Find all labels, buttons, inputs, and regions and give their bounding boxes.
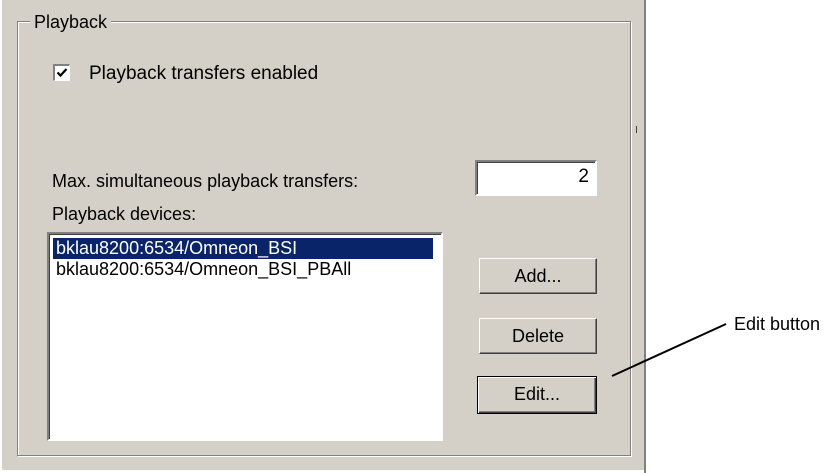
callout-leader-line — [611, 323, 727, 377]
edit-button-callout: Edit button — [734, 314, 821, 334]
